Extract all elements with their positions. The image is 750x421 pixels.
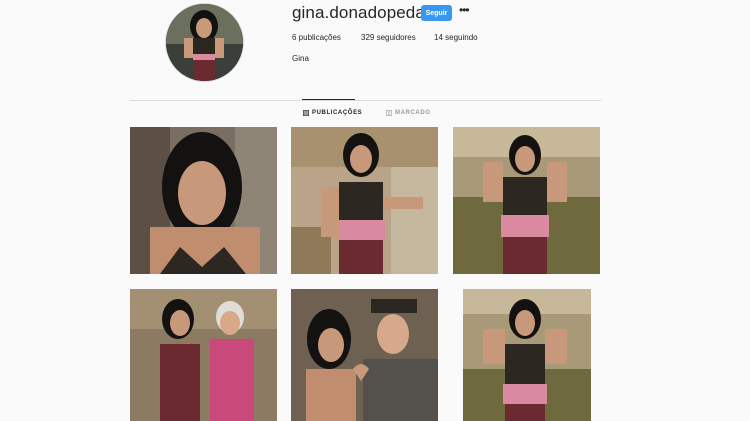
tabs-divider xyxy=(130,100,601,101)
post-photo xyxy=(463,289,591,421)
post-tile[interactable] xyxy=(130,127,277,274)
post-photo xyxy=(130,127,277,274)
profile-full-name: Gina xyxy=(292,54,309,63)
grid-icon xyxy=(303,110,310,117)
post-tile[interactable] xyxy=(130,289,277,421)
following-count[interactable]: 14 seguindo xyxy=(434,33,478,42)
tab-tagged[interactable]: MARCADO xyxy=(386,110,431,117)
tab-posts[interactable]: PUBLICAÇÕES xyxy=(303,110,363,117)
post-photo xyxy=(291,127,438,274)
post-tile[interactable] xyxy=(453,127,600,274)
post-photo xyxy=(130,289,277,421)
active-tab-indicator xyxy=(302,99,355,100)
more-options-icon[interactable]: ••• xyxy=(459,4,470,16)
tagged-icon xyxy=(386,110,393,117)
profile-avatar[interactable] xyxy=(165,3,244,82)
posts-count: 6 publicações xyxy=(292,33,341,42)
tab-posts-label: PUBLICAÇÕES xyxy=(312,110,363,116)
profile-header: gina.donadopedaco Seguir ••• 6 publicaçõ… xyxy=(0,0,750,100)
tab-tagged-label: MARCADO xyxy=(395,110,431,116)
post-tile[interactable] xyxy=(291,127,438,274)
follow-button[interactable]: Seguir xyxy=(421,5,452,21)
followers-count[interactable]: 329 seguidores xyxy=(361,33,416,42)
post-photo xyxy=(291,289,438,421)
post-tile[interactable] xyxy=(463,289,591,421)
post-photo xyxy=(453,127,600,274)
post-tile[interactable] xyxy=(291,289,438,421)
